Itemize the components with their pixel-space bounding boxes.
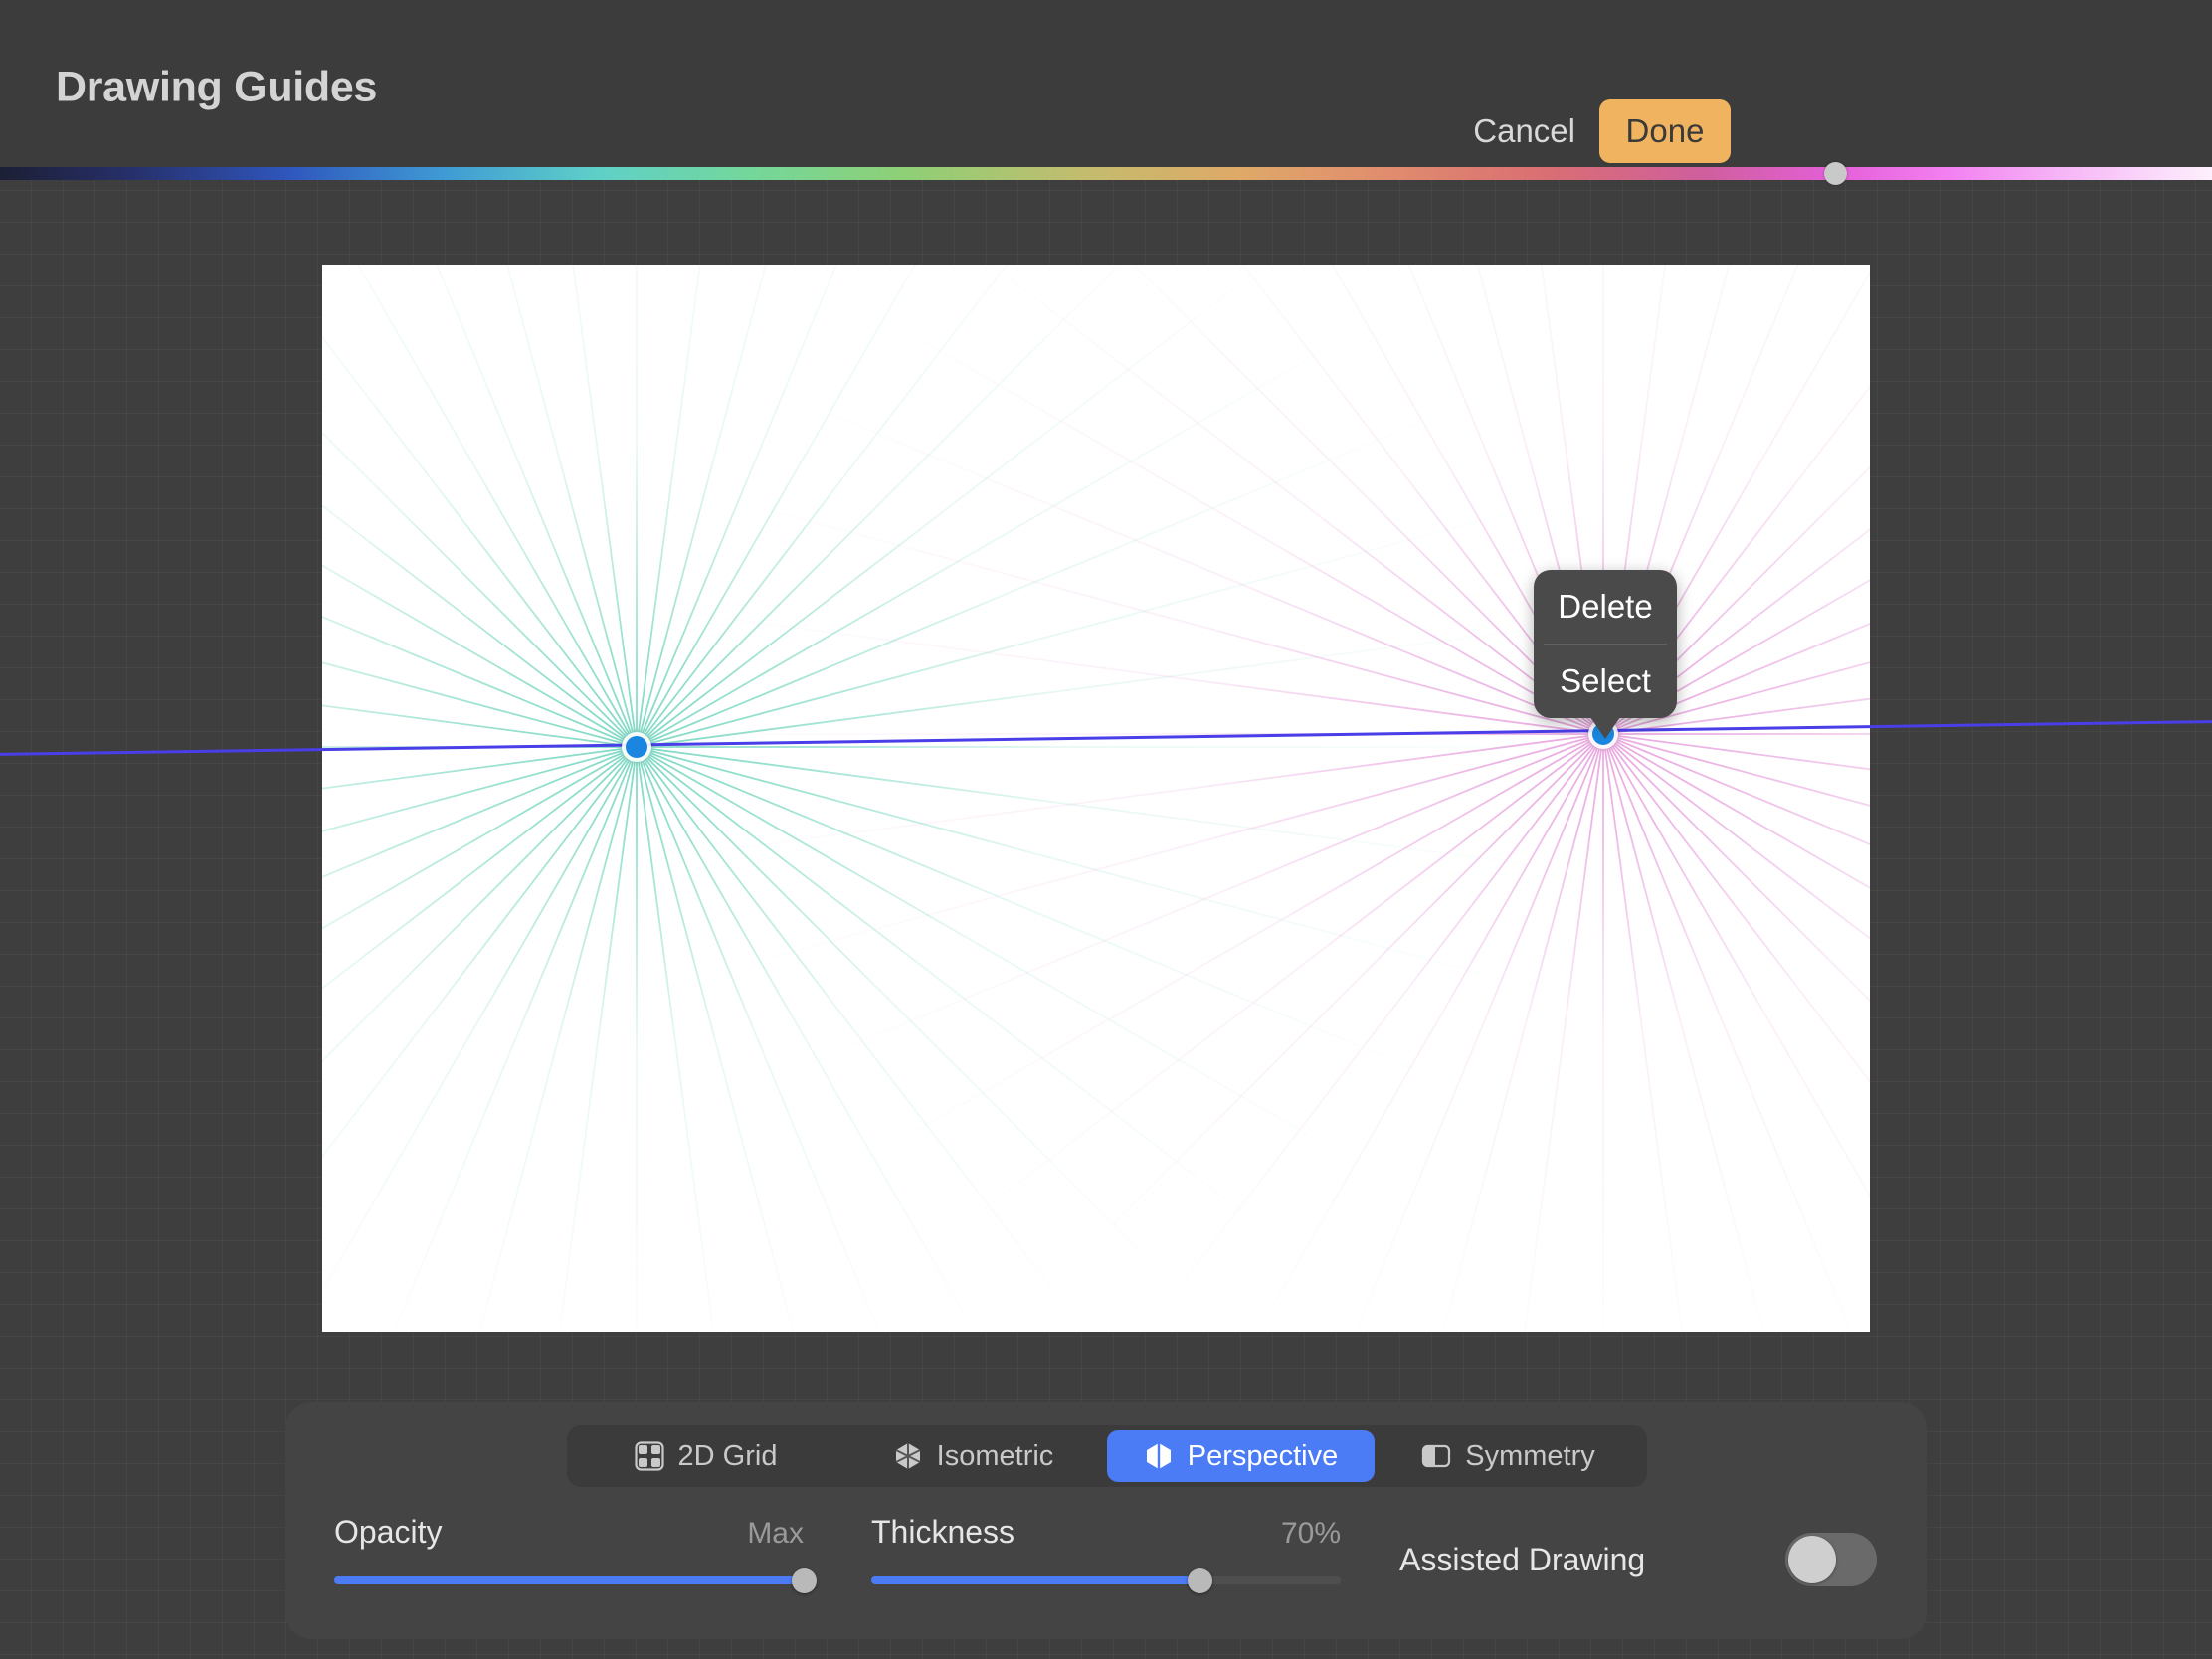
thickness-slider-group: Thickness 70% <box>871 1514 1341 1593</box>
thickness-slider-track[interactable] <box>871 1567 1341 1593</box>
guide-color-slider[interactable] <box>0 167 2212 180</box>
assisted-drawing-toggle-knob <box>1788 1536 1836 1583</box>
thickness-value-label: 70% <box>1280 1517 1341 1550</box>
opacity-slider-track[interactable] <box>334 1567 817 1593</box>
symmetry-icon <box>1421 1441 1451 1471</box>
assisted-drawing-row: Assisted Drawing <box>1399 1530 1877 1589</box>
assisted-drawing-toggle[interactable] <box>1785 1533 1877 1586</box>
tab-symmetry-label: Symmetry <box>1465 1439 1595 1472</box>
context-menu-pointer <box>1590 717 1620 739</box>
header-bar: Drawing Guides Cancel Done <box>0 0 2212 167</box>
isometric-icon <box>893 1441 923 1471</box>
tab-isometric[interactable]: Isometric <box>839 1430 1107 1482</box>
assisted-drawing-label: Assisted Drawing <box>1399 1541 1646 1577</box>
opacity-slider-group: Opacity Max <box>334 1514 817 1593</box>
thickness-labels: Thickness 70% <box>871 1514 1341 1551</box>
perspective-icon <box>1144 1441 1174 1471</box>
tab-perspective[interactable]: Perspective <box>1107 1430 1375 1482</box>
guide-color-slider-handle[interactable] <box>1824 162 1848 185</box>
opacity-slider-knob[interactable] <box>791 1567 817 1593</box>
tab-2d-grid-label: 2D Grid <box>677 1439 778 1472</box>
tab-2d-grid[interactable]: 2D Grid <box>572 1430 839 1482</box>
guide-mode-tabs: 2D Grid Isometric Perspective Symmetry <box>567 1425 1647 1487</box>
opacity-slider-fill <box>334 1576 804 1584</box>
page-title: Drawing Guides <box>56 63 378 111</box>
guide-settings-panel: 2D Grid Isometric Perspective Symmetry O… <box>285 1402 1927 1639</box>
thickness-slider-fill <box>871 1576 1200 1584</box>
thickness-label: Thickness <box>871 1514 1015 1550</box>
opacity-labels: Opacity Max <box>334 1514 804 1551</box>
vanishing-point-context-menu: Delete Select <box>1534 570 1677 739</box>
tab-perspective-label: Perspective <box>1187 1439 1339 1472</box>
guide-preview-canvas[interactable] <box>322 265 1870 1332</box>
perspective-guide-lines <box>322 265 1870 1332</box>
opacity-label: Opacity <box>334 1514 443 1550</box>
vanishing-point-left[interactable] <box>626 736 647 758</box>
drawing-guides-screen: Drawing Guides Cancel Done Delete Select… <box>0 0 2212 1659</box>
cancel-button[interactable]: Cancel <box>1473 112 1575 150</box>
grid-2d-icon <box>634 1441 664 1471</box>
thickness-slider-knob[interactable] <box>1187 1567 1212 1593</box>
done-button[interactable]: Done <box>1599 99 1731 163</box>
tab-isometric-label: Isometric <box>936 1439 1054 1472</box>
context-menu-delete[interactable]: Delete <box>1534 570 1677 644</box>
tab-symmetry[interactable]: Symmetry <box>1375 1430 1642 1482</box>
opacity-value-label: Max <box>747 1517 804 1550</box>
context-menu-select[interactable]: Select <box>1534 645 1677 718</box>
